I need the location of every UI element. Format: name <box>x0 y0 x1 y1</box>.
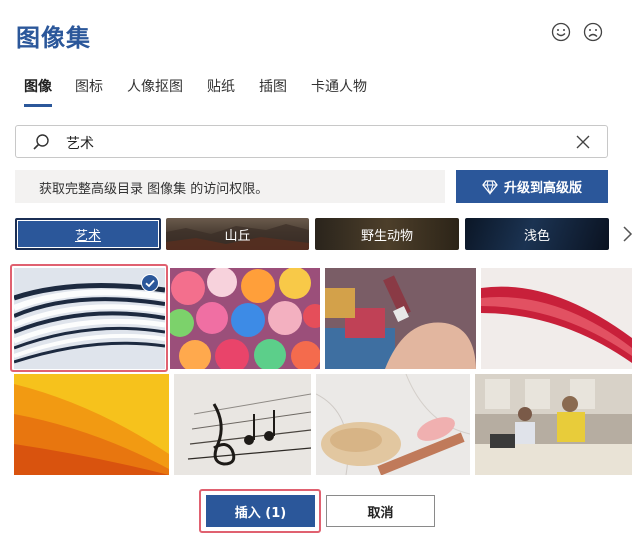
tab-stickers[interactable]: 贴纸 <box>207 76 235 96</box>
image-yellow-paper[interactable] <box>14 374 169 475</box>
tab-cartoon-people[interactable]: 卡通人物 <box>311 76 367 96</box>
paint-tube-image <box>325 268 476 369</box>
image-buttons[interactable] <box>170 268 320 369</box>
category-light[interactable]: 浅色 <box>465 218 609 250</box>
frown-feedback-icon[interactable] <box>583 22 603 42</box>
checkmark-icon[interactable] <box>141 274 159 292</box>
upgrade-button-label: 升级到高级版 <box>503 181 582 196</box>
category-hills[interactable]: 山丘 <box>166 218 309 250</box>
cancel-button[interactable]: 取消 <box>326 495 435 527</box>
search-input[interactable]: 艺术 <box>66 133 94 153</box>
diamond-icon <box>482 179 498 195</box>
category-hills-label: 山丘 <box>224 228 251 244</box>
premium-notice-text: 获取完整高级目录 图像集 的访问权限。 <box>39 182 269 197</box>
image-paint-tube[interactable] <box>325 268 476 369</box>
people-working-image <box>475 374 632 475</box>
tab-illustrations[interactable]: 插图 <box>259 76 287 96</box>
close-icon[interactable] <box>576 135 590 149</box>
red-ribbon-image <box>481 268 632 369</box>
tab-icons[interactable]: 图标 <box>75 76 103 96</box>
insert-button[interactable]: 插入 (1) <box>206 495 315 527</box>
chevron-right-icon[interactable] <box>620 224 634 244</box>
category-art[interactable]: 艺术 <box>15 218 161 250</box>
upgrade-button[interactable]: 升级到高级版 <box>456 170 608 203</box>
category-wildlife-label: 野生动物 <box>360 228 413 244</box>
smile-feedback-icon[interactable] <box>551 22 571 42</box>
colorful-buttons-image <box>170 268 320 369</box>
search-box[interactable]: 艺术 <box>15 125 608 158</box>
category-light-label: 浅色 <box>523 228 550 244</box>
active-tab-indicator <box>24 104 52 107</box>
image-people-working[interactable] <box>475 374 632 475</box>
music-notes-image <box>174 374 311 475</box>
image-red-ribbon[interactable] <box>481 268 632 369</box>
search-icon <box>33 134 49 150</box>
dialog-title: 图像集 <box>16 24 91 52</box>
tab-images[interactable]: 图像 <box>24 76 52 96</box>
category-art-label: 艺术 <box>74 228 101 244</box>
yellow-paper-image <box>14 374 169 475</box>
tab-cutout-people[interactable]: 人像抠图 <box>127 76 183 96</box>
powder-brush-image <box>316 374 470 475</box>
image-powder-brush[interactable] <box>316 374 470 475</box>
image-music-notes[interactable] <box>174 374 311 475</box>
premium-notice: 获取完整高级目录 图像集 的访问权限。 <box>15 170 445 203</box>
category-wildlife[interactable]: 野生动物 <box>315 218 459 250</box>
